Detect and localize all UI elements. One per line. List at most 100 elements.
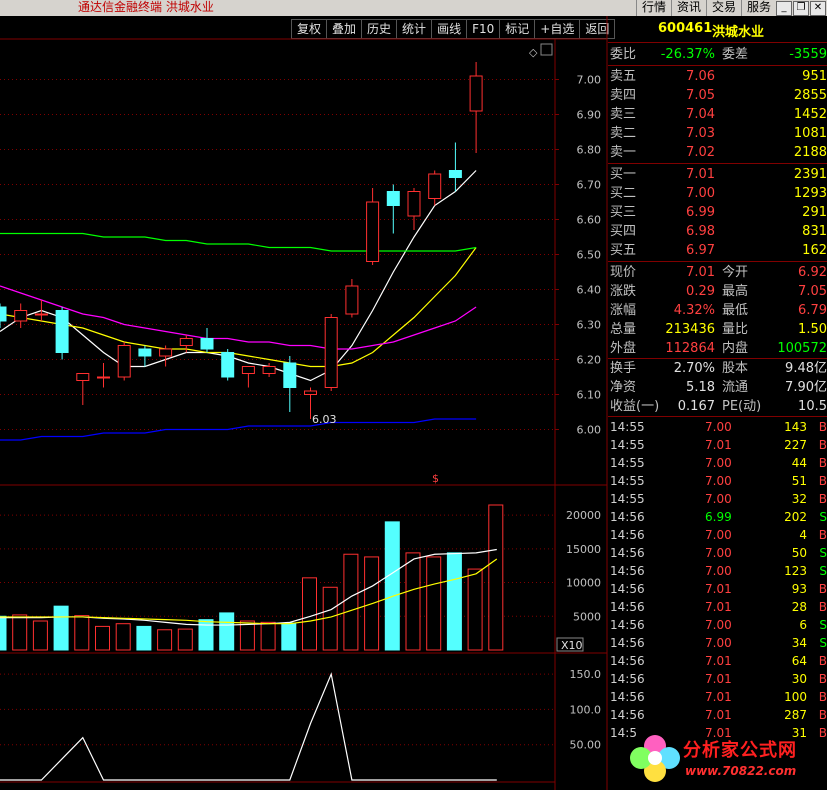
candle <box>407 188 421 230</box>
price-ma-lines <box>0 170 477 441</box>
quote-value: 112864 <box>665 341 715 356</box>
tick-volume: 123 <box>784 564 807 578</box>
tick-row[interactable]: 14:55 7.00 51 B <box>608 472 827 490</box>
candle <box>117 342 131 381</box>
bid-volume: 1293 <box>793 186 827 201</box>
bid-row[interactable]: 买五 6.97 162 <box>608 241 827 260</box>
candle <box>283 356 297 412</box>
tick-row[interactable]: 14:55 7.00 44 B <box>608 454 827 472</box>
quote-value-2: 100572 <box>777 341 827 356</box>
volume-bars <box>0 504 504 651</box>
bid-volume: 2391 <box>793 167 827 182</box>
tick-price: 7.00 <box>705 618 732 632</box>
tick-row[interactable]: 14:56 7.01 100 B <box>608 688 827 706</box>
tick-time: 14:55 <box>610 438 645 452</box>
volume-bar <box>488 504 504 651</box>
menu-trade[interactable]: 交易 <box>705 0 741 16</box>
tick-row[interactable]: 14:56 6.99 202 S <box>608 508 827 526</box>
bid-label: 买五 <box>610 243 637 258</box>
tick-time: 14:56 <box>610 708 645 722</box>
candle-body <box>55 310 69 353</box>
minimize-icon[interactable]: _ <box>776 1 792 16</box>
tick-row[interactable]: 14:56 7.00 123 S <box>608 562 827 580</box>
bid-price: 7.01 <box>686 167 715 182</box>
candle <box>34 300 48 321</box>
ask-row[interactable]: 卖一 7.02 2188 <box>608 143 827 162</box>
bid-row[interactable]: 买一 7.01 2391 <box>608 165 827 184</box>
quote-row: 现价 7.01 今开 6.92 <box>608 263 827 282</box>
volume-bar <box>95 625 110 651</box>
tick-row[interactable]: 14:55 7.00 32 B <box>608 490 827 508</box>
volume-bar <box>136 625 152 651</box>
close-icon[interactable]: ✕ <box>810 1 826 16</box>
chart-area[interactable]: 7.00 6.90 6.80 6.70 6.60 6.50 6.40 6.30 6.20 6.10… <box>0 0 608 790</box>
tick-row[interactable]: 14:55 7.00 143 B <box>608 418 827 436</box>
tick-side: S <box>819 636 827 650</box>
candle <box>448 142 462 192</box>
quote-row: 涨幅 4.32% 最低 6.79 <box>608 301 827 320</box>
bid-row[interactable]: 买四 6.98 831 <box>608 222 827 241</box>
stock-code: 600461 <box>658 21 713 36</box>
tick-row[interactable]: 14:56 7.01 93 B <box>608 580 827 598</box>
ask-row[interactable]: 卖二 7.03 1081 <box>608 124 827 143</box>
tick-row[interactable]: 14:56 7.00 4 B <box>608 526 827 544</box>
restore-icon[interactable]: ❐ <box>793 1 809 16</box>
price-ma-line <box>0 170 477 382</box>
ask-row[interactable]: 卖三 7.04 1452 <box>608 105 827 124</box>
tick-row[interactable]: 14:56 7.01 30 B <box>608 670 827 688</box>
finance-label: 净资 <box>610 380 637 395</box>
volume-bar <box>74 615 90 651</box>
finance-row: 收益(一) 0.167 PE(动) 10.5 <box>608 397 827 416</box>
quote-value-2: 1.50 <box>798 322 827 337</box>
tick-time: 14:55 <box>610 420 645 434</box>
order-ratio-label: 委比 <box>610 47 637 62</box>
tick-side: S <box>819 564 827 578</box>
zoom-toggle-icon <box>540 43 553 56</box>
volume-bar <box>405 552 421 651</box>
price-ma-line <box>0 232 477 252</box>
tick-side: B <box>818 654 827 668</box>
ask-label: 卖二 <box>610 126 637 141</box>
finance-label: 换手 <box>610 361 637 376</box>
tick-price: 7.00 <box>705 528 732 542</box>
ask-row[interactable]: 卖五 7.06 951 <box>608 67 827 86</box>
candle <box>366 188 380 265</box>
bid-row[interactable]: 买三 6.99 291 <box>608 203 827 222</box>
tick-row[interactable]: 14:56 7.01 64 B <box>608 652 827 670</box>
tick-row[interactable]: 14:56 7.00 6 S <box>608 616 827 634</box>
tick-side: S <box>819 546 827 560</box>
tick-row[interactable]: 14:56 7.01 287 B <box>608 706 827 724</box>
bid-row[interactable]: 买二 7.00 1293 <box>608 184 827 203</box>
tick-volume: 30 <box>791 672 807 686</box>
tick-row[interactable]: 14:56 7.00 34 S <box>608 634 827 652</box>
menu-news[interactable]: 资讯 <box>670 0 706 16</box>
tick-time: 14:55 <box>610 474 645 488</box>
tick-price: 7.01 <box>705 654 732 668</box>
candle <box>386 184 400 234</box>
quote-label-2: 最低 <box>722 303 749 318</box>
tick-row[interactable]: 14:56 7.00 50 S <box>608 544 827 562</box>
low-price-label: 6.03 <box>312 413 337 426</box>
candle <box>262 363 276 377</box>
tick-row[interactable]: 14:55 7.01 227 B <box>608 436 827 454</box>
tick-volume: 28 <box>791 600 807 614</box>
tick-side: B <box>818 528 827 542</box>
ask-price: 7.03 <box>686 126 715 141</box>
candle <box>159 345 173 367</box>
ask-volume: 1081 <box>793 126 827 141</box>
quote-value-2: 6.92 <box>798 265 827 280</box>
ask-row[interactable]: 卖四 7.05 2855 <box>608 86 827 105</box>
menu-quotes[interactable]: 行情 <box>635 0 671 16</box>
bid-volume: 831 <box>802 224 827 239</box>
candle-body <box>428 173 442 199</box>
quote-label: 总量 <box>610 322 637 337</box>
volume-bar <box>0 615 7 651</box>
finance-value-2: 10.5 <box>798 399 827 414</box>
candle-body <box>448 170 462 178</box>
menu-service[interactable]: 服务 <box>740 0 776 16</box>
quote-value-2: 6.79 <box>798 303 827 318</box>
price-tick-label: 6.80 <box>577 144 602 157</box>
quote-value: 213436 <box>665 322 715 337</box>
tick-row[interactable]: 14:56 7.01 28 B <box>608 598 827 616</box>
candle-body <box>221 352 235 378</box>
